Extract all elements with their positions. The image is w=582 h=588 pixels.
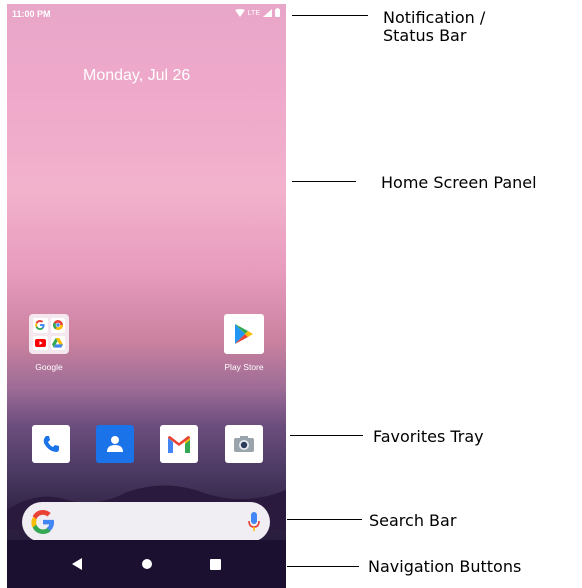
wifi-icon	[234, 8, 245, 19]
recents-square-icon	[209, 558, 221, 570]
status-bar[interactable]: 11:00 PM LTE	[7, 4, 286, 24]
microphone-icon[interactable]	[248, 512, 260, 537]
camera-app-icon[interactable]	[225, 425, 263, 463]
callout-status-bar: Notification / Status Bar	[383, 9, 485, 45]
callout-search: Search Bar	[369, 511, 457, 530]
callout-line-search	[287, 519, 362, 520]
back-triangle-icon	[72, 558, 82, 570]
google-folder-label: Google	[35, 362, 63, 372]
google-folder-icon	[29, 314, 69, 354]
youtube-icon	[33, 335, 48, 350]
search-bar[interactable]	[22, 502, 270, 542]
signal-icon	[263, 8, 272, 19]
phone-app-icon[interactable]	[32, 425, 70, 463]
callout-line-navigation	[287, 566, 359, 567]
home-circle-icon	[142, 559, 152, 569]
network-type: LTE	[247, 10, 260, 17]
google-search-icon	[33, 318, 48, 333]
contacts-app-icon[interactable]	[96, 425, 134, 463]
recents-button[interactable]	[205, 554, 225, 574]
google-folder[interactable]: Google	[14, 314, 84, 372]
status-time: 11:00 PM	[12, 9, 51, 19]
home-button[interactable]	[137, 554, 157, 574]
callout-line-status-bar	[292, 15, 368, 16]
chrome-icon	[50, 318, 65, 333]
battery-icon	[275, 8, 280, 19]
google-g-icon	[31, 510, 55, 539]
phone-screen: 11:00 PM LTE Monday, Jul 26 Google Play …	[7, 4, 286, 588]
callout-status-line2: Status Bar	[383, 26, 467, 45]
back-button[interactable]	[67, 554, 87, 574]
callout-line-home-panel	[292, 181, 356, 182]
date-widget[interactable]: Monday, Jul 26	[7, 67, 286, 85]
navigation-bar	[7, 540, 286, 588]
callout-line-favorites	[290, 435, 363, 436]
gmail-app-icon[interactable]	[160, 425, 198, 463]
callout-status-line1: Notification /	[383, 8, 486, 27]
play-store-icon	[224, 314, 264, 354]
callout-navigation: Navigation Buttons	[368, 557, 522, 576]
drive-icon	[50, 335, 65, 350]
play-store-label: Play Store	[224, 362, 264, 372]
callout-favorites: Favorites Tray	[373, 427, 484, 446]
callout-home-panel: Home Screen Panel	[381, 173, 537, 192]
play-store-app[interactable]: Play Store	[209, 314, 279, 372]
